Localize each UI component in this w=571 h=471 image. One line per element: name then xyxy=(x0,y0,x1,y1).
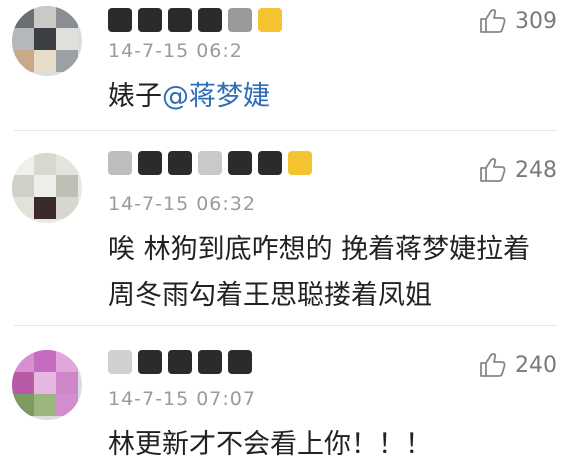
comment-item: 14-7-15 07:07 林更新才不会看上你！！！ 240 xyxy=(0,326,571,471)
thumbs-up-icon xyxy=(479,8,507,34)
comment-text: 婊子@蒋梦婕 xyxy=(108,74,551,120)
like-button[interactable]: 240 xyxy=(479,352,557,378)
like-button[interactable]: 248 xyxy=(479,157,557,183)
like-count: 309 xyxy=(515,8,557,34)
comment-timestamp: 14-7-15 06:32 xyxy=(108,193,256,215)
like-button[interactable]: 309 xyxy=(479,8,557,34)
thumbs-up-icon xyxy=(479,157,507,183)
comment-timestamp: 14-7-15 06:2 xyxy=(108,40,243,62)
comment-item: 14-7-15 06:2 婊子@蒋梦婕 309 xyxy=(0,0,571,131)
comment-item: 14-7-15 06:32 唉 林狗到底咋想的 挽着蒋梦婕拉着 周冬雨勾着王思聪… xyxy=(0,131,571,326)
author-name[interactable] xyxy=(108,346,258,376)
comment-feed: 14-7-15 06:2 婊子@蒋梦婕 309 14-7-15 06:32 唉 … xyxy=(0,0,571,471)
comment-text: 林更新才不会看上你！！！ xyxy=(108,429,432,460)
avatar[interactable] xyxy=(12,6,82,76)
like-count: 240 xyxy=(515,352,557,378)
avatar[interactable] xyxy=(12,153,82,223)
avatar[interactable] xyxy=(12,350,82,420)
comment-text-prefix: 婊子 xyxy=(108,81,162,112)
author-name[interactable] xyxy=(108,4,288,34)
like-count: 248 xyxy=(515,157,557,183)
mention-link[interactable]: @蒋梦婕 xyxy=(162,81,270,112)
author-name[interactable] xyxy=(108,147,318,177)
comment-text-line: 唉 林狗到底咋想的 挽着蒋梦婕拉着 xyxy=(108,234,531,265)
comment-timestamp: 14-7-15 07:07 xyxy=(108,388,256,410)
thumbs-up-icon xyxy=(479,352,507,378)
comment-text: 唉 林狗到底咋想的 挽着蒋梦婕拉着 周冬雨勾着王思聪搂着凤姐 xyxy=(108,227,551,319)
comment-text-line: 周冬雨勾着王思聪搂着凤姐 xyxy=(108,280,432,311)
